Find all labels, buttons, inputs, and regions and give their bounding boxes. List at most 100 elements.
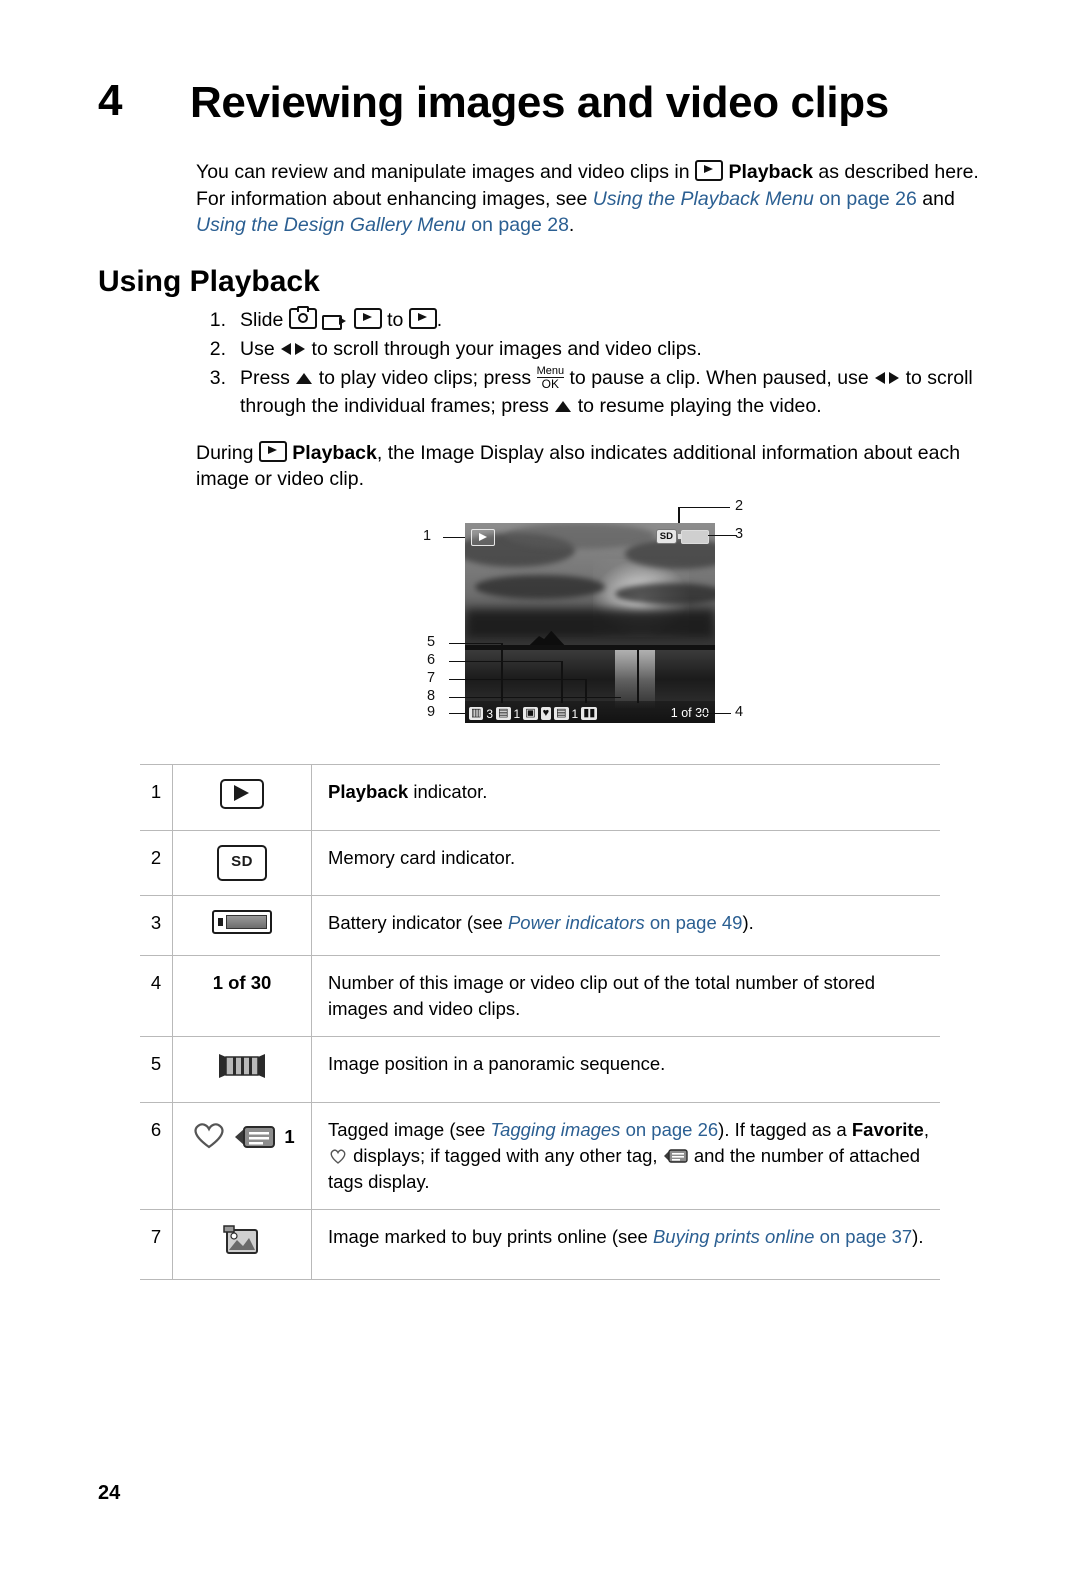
heart-icon-inline [328, 1146, 348, 1164]
sun-reflection [615, 649, 655, 708]
row-4-description: Number of this image or video clip out o… [311, 954, 940, 1037]
osd-battery-icon [678, 529, 709, 544]
callout-5: 5 [427, 633, 436, 650]
camera-mode-icon [288, 305, 317, 329]
leader-line-1 [443, 536, 465, 539]
osd-playback-icon [471, 528, 495, 546]
cloud-5 [615, 582, 715, 605]
playback-icon-2 [258, 440, 287, 462]
camera-display-figure: SD ▥ 3 ▤ 1 ▣ ♥ ▤ 1 ▮▮ 1 of 30 1 2 3 4 5 … [0, 498, 1080, 750]
link-buying-prints-online[interactable]: Buying prints online [653, 1226, 814, 1247]
step-3-text-c: to pause a clip. When paused, use [569, 366, 869, 389]
leader-line-4 [697, 712, 731, 715]
tag-icon-inline [663, 1146, 689, 1164]
step-1-text-c: . [436, 308, 443, 331]
callout-1: 1 [423, 527, 432, 544]
playback-icon [220, 778, 264, 809]
tag-icon [234, 1123, 278, 1151]
video-mode-icon [322, 312, 348, 330]
menu-ok-menu-label: Menu [536, 364, 565, 377]
osd-left-icons: ▥ 3 ▤ 1 ▣ ♥ ▤ 1 ▮▮ [469, 706, 598, 721]
camera-screen: SD ▥ 3 ▤ 1 ▣ ♥ ▤ 1 ▮▮ 1 of 30 1 2 3 4 5 … [423, 498, 743, 723]
leader-line-2-h [678, 506, 730, 509]
leader-line-8 [449, 696, 621, 699]
row-6-desc-post: ). If tagged as a [718, 1118, 852, 1140]
callout-6: 6 [427, 651, 436, 668]
callout-7: 7 [427, 669, 436, 686]
heart-icon-svg [194, 1123, 224, 1149]
row-1-description: Playback indicator. [311, 763, 940, 831]
callout-9: 9 [427, 703, 436, 720]
cloud-4 [475, 574, 605, 599]
left-right-arrows-icon-2 [874, 370, 900, 386]
chapter-title: Reviewing images and video clips [190, 78, 889, 127]
leader-tick-5 [501, 642, 503, 703]
left-right-arrows-icon [280, 341, 306, 357]
row-7-number: 7 [140, 1208, 173, 1280]
row-3-desc-pre: Battery indicator (see [328, 911, 508, 933]
table-row: 6 1 Tagged image (see Tagging images on … [140, 1101, 940, 1210]
step-3-text-e: to resume playing the video. [577, 394, 822, 417]
row-1-bold-term: Playback [328, 780, 409, 802]
sd-card-icon: SD [217, 844, 267, 881]
battery-icon [212, 909, 272, 934]
table-row: 3 Battery indicator (see Power indicator… [140, 894, 940, 956]
menu-ok-ok-label: OK [541, 376, 559, 391]
link-using-design-gallery-menu[interactable]: Using the Design Gallery Menu [196, 214, 466, 236]
panorama-icon [216, 1051, 268, 1081]
step-1-text-b: to [387, 308, 404, 331]
osd-sd-card-icon: SD [655, 528, 677, 545]
up-arrow-icon-2 [554, 399, 572, 413]
intro-text-3b: and [922, 187, 955, 210]
step-1: 1. Slide to . [196, 305, 995, 334]
row-7-icon-cell [172, 1208, 312, 1280]
table-row: 2 SD Memory card indicator. [140, 829, 940, 896]
link-using-playback-menu[interactable]: Using the Playback Menu [593, 188, 814, 210]
callout-4: 4 [735, 703, 744, 720]
menu-ok-icon: Menu OK [536, 364, 565, 391]
camera-screen-image: SD ▥ 3 ▤ 1 ▣ ♥ ▤ 1 ▮▮ 1 of 30 [465, 522, 715, 723]
tag-icon-group: 1 [234, 1123, 295, 1151]
row-7-desc-post: ). [912, 1225, 924, 1247]
row-6-desc-page: 26 [697, 1118, 719, 1140]
leader-line-2-v [678, 506, 680, 523]
tag-icon-svg [235, 1125, 276, 1148]
table-row: 1 Playback indicator. [140, 763, 940, 831]
row-7-desc-pre: Image marked to buy prints online (see [328, 1225, 653, 1247]
osd-playback-indicator [471, 528, 495, 546]
step-2-text-b: to scroll through your images and video … [311, 337, 702, 360]
playback-target-icon [408, 307, 437, 329]
leader-line-5 [449, 642, 501, 645]
intro-page-ref: 28 [547, 214, 569, 237]
row-2-number: 2 [140, 829, 173, 896]
leader-line-7 [449, 678, 585, 681]
section-heading-using-playback: Using Playback [98, 264, 320, 298]
osd-panorama-icon: ▥ [469, 707, 484, 721]
link-power-indicators[interactable]: Power indicators [508, 912, 645, 933]
chapter-number: 4 [98, 76, 123, 125]
after-list-paragraph: During Playback, the Image Display also … [0, 440, 1080, 493]
chapter-header: 4 Reviewing images and video clips [0, 76, 1080, 127]
row-5-description: Image position in a panoramic sequence. [311, 1035, 940, 1103]
leader-line-6 [449, 660, 561, 663]
cloud-band [465, 608, 715, 639]
link-tagging-images[interactable]: Tagging images [491, 1119, 621, 1140]
row-6-desc-post3: displays; if tagged with any other tag, [348, 1144, 663, 1166]
osd-tag-number: 1 [571, 706, 579, 721]
row-7-desc-mid: on page [819, 1225, 892, 1247]
callout-3: 3 [735, 525, 744, 542]
leader-line-3 [708, 534, 736, 537]
print-order-icon [222, 1224, 262, 1258]
row-3-number: 3 [140, 894, 173, 956]
osd-extra-icon: ▮▮ [581, 707, 598, 721]
row-3-desc-post: ). [742, 911, 754, 933]
callout-2: 2 [735, 497, 744, 514]
osd-print-count: 1 [513, 706, 521, 721]
step-3-number: 3. [209, 366, 226, 389]
leader-tick-6 [561, 660, 563, 703]
step-1-text-a: Slide [240, 308, 284, 331]
intro-paragraph: You can review and manipulate images and… [0, 159, 1080, 239]
table-row: 7 Image marked to buy prints online (see… [140, 1208, 940, 1280]
table-row: 5 Image position in a panoramic sequence… [140, 1035, 940, 1103]
osd-print-icon: ▤ [496, 707, 511, 721]
